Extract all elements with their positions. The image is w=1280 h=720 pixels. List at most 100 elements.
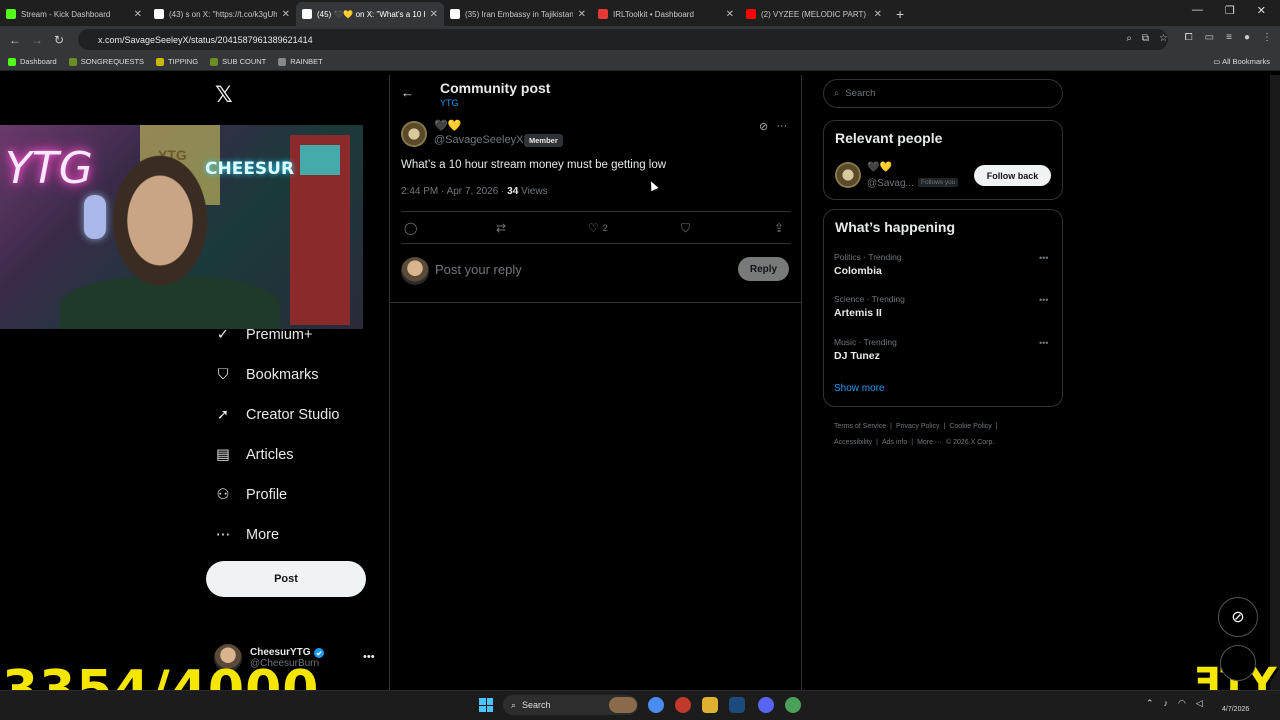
show-more-link[interactable]: Show more: [834, 383, 885, 394]
wifi-icon[interactable]: ◠: [1178, 698, 1186, 709]
volume-icon[interactable]: ◁: [1196, 698, 1203, 709]
author-display-name[interactable]: 🖤💛: [434, 119, 461, 132]
close-tab-icon[interactable]: ✕: [430, 9, 438, 20]
discord-icon[interactable]: [758, 697, 774, 713]
browser-tab[interactable]: (2) VYZEE (MELODIC PART) - Yo ✕: [740, 2, 888, 26]
relevant-person-handle[interactable]: @Savag...: [867, 178, 914, 189]
reply-input[interactable]: Post your reply: [435, 262, 522, 277]
grok-icon[interactable]: ⊘: [759, 120, 768, 133]
windows-start-icon[interactable]: [479, 698, 493, 712]
more-options-icon[interactable]: ···: [776, 120, 787, 133]
trend-category[interactable]: Science · Trending: [834, 294, 905, 304]
all-bookmarks[interactable]: ▭ All Bookmarks: [1213, 57, 1270, 66]
steam-icon[interactable]: [729, 697, 745, 713]
tray-chevron-icon[interactable]: ⌃: [1146, 698, 1154, 709]
footer-link[interactable]: More ···: [917, 439, 942, 446]
install-icon[interactable]: ⧉: [1142, 33, 1149, 44]
back-arrow-icon[interactable]: ←: [401, 85, 414, 100]
post-text: What’s a 10 hour stream money must be ge…: [401, 159, 667, 171]
like-count: 2: [602, 223, 608, 233]
grok-icon[interactable]: ⊘: [1218, 597, 1258, 637]
close-window-button[interactable]: ✕: [1257, 4, 1266, 17]
close-tab-icon[interactable]: ✕: [282, 9, 290, 20]
bookmark-item[interactable]: TIPPING: [156, 57, 198, 66]
footer-link[interactable]: Privacy Policy: [896, 423, 940, 430]
new-tab-button[interactable]: +: [888, 6, 912, 26]
relevant-person-avatar[interactable]: [835, 162, 861, 188]
back-arrow-icon[interactable]: ←: [4, 33, 26, 47]
nav-item-more[interactable]: ⋯ More: [214, 526, 279, 544]
chrome-alt-icon[interactable]: [785, 697, 801, 713]
close-tab-icon[interactable]: ✕: [134, 9, 142, 20]
media-icon[interactable]: ≡: [1226, 32, 1232, 43]
trend-more-icon[interactable]: •••: [1039, 253, 1048, 263]
star-icon[interactable]: ☆: [1159, 33, 1168, 44]
sidepanel-icon[interactable]: ▭: [1205, 32, 1214, 43]
weather-widget-icon[interactable]: [609, 697, 637, 713]
trend-category[interactable]: Politics · Trending: [834, 252, 902, 262]
post-time[interactable]: 2:44 PM · Apr 7, 2026 ·: [401, 186, 504, 197]
footer-link[interactable]: Accessibility: [834, 439, 872, 446]
file-explorer-icon[interactable]: [702, 697, 718, 713]
x-logo-icon[interactable]: 𝕏: [215, 83, 233, 108]
page-scrollbar[interactable]: [1270, 75, 1280, 690]
trend-more-icon[interactable]: •••: [1039, 295, 1048, 305]
minimize-button[interactable]: —: [1192, 4, 1203, 17]
bookmark-item[interactable]: Dashboard: [8, 57, 57, 66]
browser-tab[interactable]: (43) s on X: "https://t.co/k3gUh ✕: [148, 2, 296, 26]
footer-link[interactable]: Ads info: [882, 439, 907, 446]
messages-button[interactable]: [1220, 645, 1256, 681]
url-field[interactable]: x.com/SavageSeeleyX/status/2041587961389…: [78, 29, 1168, 50]
browser-tab[interactable]: IRLToolkit • Dashboard ✕: [592, 2, 740, 26]
reply-icon[interactable]: ◯: [404, 221, 417, 235]
trend-name[interactable]: Artemis II: [834, 307, 882, 319]
chrome-profile-icon[interactable]: [675, 697, 691, 713]
reply-button[interactable]: Reply: [738, 257, 789, 281]
reload-icon[interactable]: ↻: [48, 33, 70, 47]
trend-name[interactable]: Colombia: [834, 265, 882, 277]
browser-tab-bar: Stream - Kick Dashboard ✕ (43) s on X: "ht…: [0, 0, 1280, 26]
maximize-button[interactable]: ❐: [1225, 4, 1235, 17]
profile-avatar-icon[interactable]: ●: [1244, 32, 1250, 43]
nav-item-articles[interactable]: ▤ Articles: [214, 446, 293, 464]
author-handle[interactable]: @SavageSeeleyX ·: [434, 134, 530, 146]
browser-tab[interactable]: (35) Iran Embassy in Tajikistan ✕: [444, 2, 592, 26]
tray-date[interactable]: 4/7/2026: [1222, 706, 1249, 713]
microphone-icon[interactable]: ♪: [1164, 698, 1169, 709]
author-avatar[interactable]: [401, 121, 427, 147]
trend-more-icon[interactable]: •••: [1039, 338, 1048, 348]
chrome-icon[interactable]: [648, 697, 664, 713]
nav-item-profile[interactable]: ⚇ Profile: [214, 486, 288, 504]
community-link[interactable]: YTG: [440, 98, 459, 108]
browser-tab[interactable]: Stream - Kick Dashboard ✕: [0, 2, 148, 26]
search-input[interactable]: ⌕ Search: [823, 79, 1063, 108]
follow-back-button[interactable]: Follow back: [974, 165, 1051, 186]
extensions-icon[interactable]: ⧠: [1185, 32, 1193, 43]
trend-name[interactable]: DJ Tunez: [834, 350, 880, 362]
relevant-person-name[interactable]: 🖤💛: [867, 162, 892, 173]
nav-item-creator-studio[interactable]: ➚ Creator Studio: [214, 406, 340, 424]
trend-category[interactable]: Music · Trending: [834, 337, 897, 347]
post-button[interactable]: Post: [206, 561, 366, 597]
nav-item-bookmarks[interactable]: ⛉ Bookmarks: [214, 366, 319, 384]
close-tab-icon[interactable]: ✕: [578, 9, 586, 20]
bookmark-icon[interactable]: ⛉: [681, 221, 690, 236]
repost-icon[interactable]: ⇄: [496, 221, 506, 235]
footer-link[interactable]: © 2026 X Corp.: [946, 439, 994, 446]
like-button[interactable]: ♡ 2: [588, 221, 608, 235]
share-icon[interactable]: ⇪: [774, 221, 784, 235]
browser-tab[interactable]: (45) 🖤💛 on X: "What's a 10 h ✕: [296, 2, 444, 26]
account-more-icon[interactable]: •••: [363, 651, 375, 663]
zoom-icon[interactable]: ⌕: [1126, 33, 1132, 44]
menu-icon[interactable]: ⋮: [1262, 32, 1272, 43]
bookmark-label: SONGREQUESTS: [80, 57, 145, 66]
close-tab-icon[interactable]: ✕: [874, 9, 882, 20]
bookmark-item[interactable]: RAINBET: [278, 57, 323, 66]
bookmark-item[interactable]: SONGREQUESTS: [68, 57, 145, 66]
forward-arrow-icon[interactable]: →: [26, 33, 48, 47]
footer-link[interactable]: Terms of Service: [834, 423, 886, 430]
bookmark-item[interactable]: SUB COUNT: [210, 57, 266, 66]
close-tab-icon[interactable]: ✕: [726, 9, 734, 20]
footer-link[interactable]: Cookie Policy: [949, 423, 991, 430]
relevant-people-card: Relevant people: [823, 120, 1063, 200]
